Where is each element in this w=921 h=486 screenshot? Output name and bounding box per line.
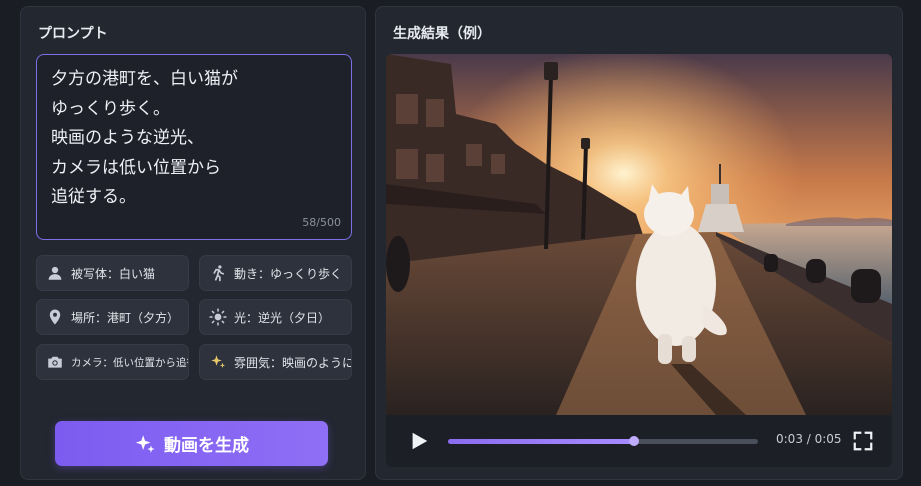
chip-camera[interactable]: カメラ：低い位置から追従 — [36, 344, 189, 380]
chip-label: カメラ：低い位置から追従 — [71, 356, 189, 369]
prompt-line: 夕方の港町を、白い猫が — [51, 69, 238, 89]
result-panel-title: 生成結果（例） — [393, 26, 491, 42]
prompt-panel: プロンプト 夕方の港町を、白い猫が ゆっくり歩く。 映画のような逆光、 カメラは… — [20, 6, 366, 480]
chip-motion[interactable]: 動き：ゆっくり歩く — [199, 255, 352, 291]
sparkle-icon — [135, 434, 155, 453]
sparkle-icon — [211, 355, 226, 368]
running-person-icon — [213, 265, 225, 282]
chip-label: 雰囲気：映画のように — [234, 355, 352, 370]
prompt-textarea[interactable]: 夕方の港町を、白い猫が ゆっくり歩く。 映画のような逆光、 カメラは低い位置から… — [36, 54, 352, 240]
chip-location[interactable]: 場所：港町（夕方） — [36, 299, 189, 335]
generate-video-button[interactable]: 動画を生成 — [55, 421, 328, 466]
person-icon — [48, 266, 62, 280]
chip-subject[interactable]: 被写体：白い猫 — [36, 255, 189, 291]
prompt-line: 追従する。 — [51, 187, 136, 207]
location-pin-icon — [49, 309, 61, 325]
progress-track[interactable] — [448, 436, 758, 446]
prompt-panel-title: プロンプト — [38, 26, 108, 42]
chip-label: 場所：港町（夕方） — [71, 310, 180, 325]
chip-mood[interactable]: 雰囲気：映画のように — [199, 344, 352, 380]
chip-label: 被写体：白い猫 — [71, 266, 156, 281]
prompt-line: カメラは低い位置から — [51, 157, 221, 178]
chip-label: 光：逆光（夕日） — [234, 310, 331, 325]
generate-video-label: 動画を生成 — [164, 436, 249, 456]
progress-fill — [448, 439, 634, 444]
time-display: 0:03 / 0:05 — [776, 432, 842, 446]
chip-light[interactable]: 光：逆光（夕日） — [199, 299, 352, 335]
play-icon[interactable] — [408, 430, 430, 452]
fullscreen-icon[interactable] — [852, 430, 874, 452]
video-preview-image — [386, 54, 892, 415]
video-frame[interactable] — [386, 54, 892, 415]
character-counter: 58/500 — [302, 216, 341, 229]
result-panel: 生成結果（例） 0:03 / 0:05 — [375, 6, 903, 480]
progress-handle[interactable] — [629, 436, 639, 446]
prompt-line: 映画のような逆光、 — [51, 128, 204, 148]
chip-label: 動き：ゆっくり歩く — [234, 266, 343, 281]
prompt-line: ゆっくり歩く。 — [51, 98, 170, 119]
camera-icon — [48, 356, 62, 368]
video-controls: 0:03 / 0:05 — [386, 415, 892, 467]
sun-icon — [209, 308, 227, 326]
